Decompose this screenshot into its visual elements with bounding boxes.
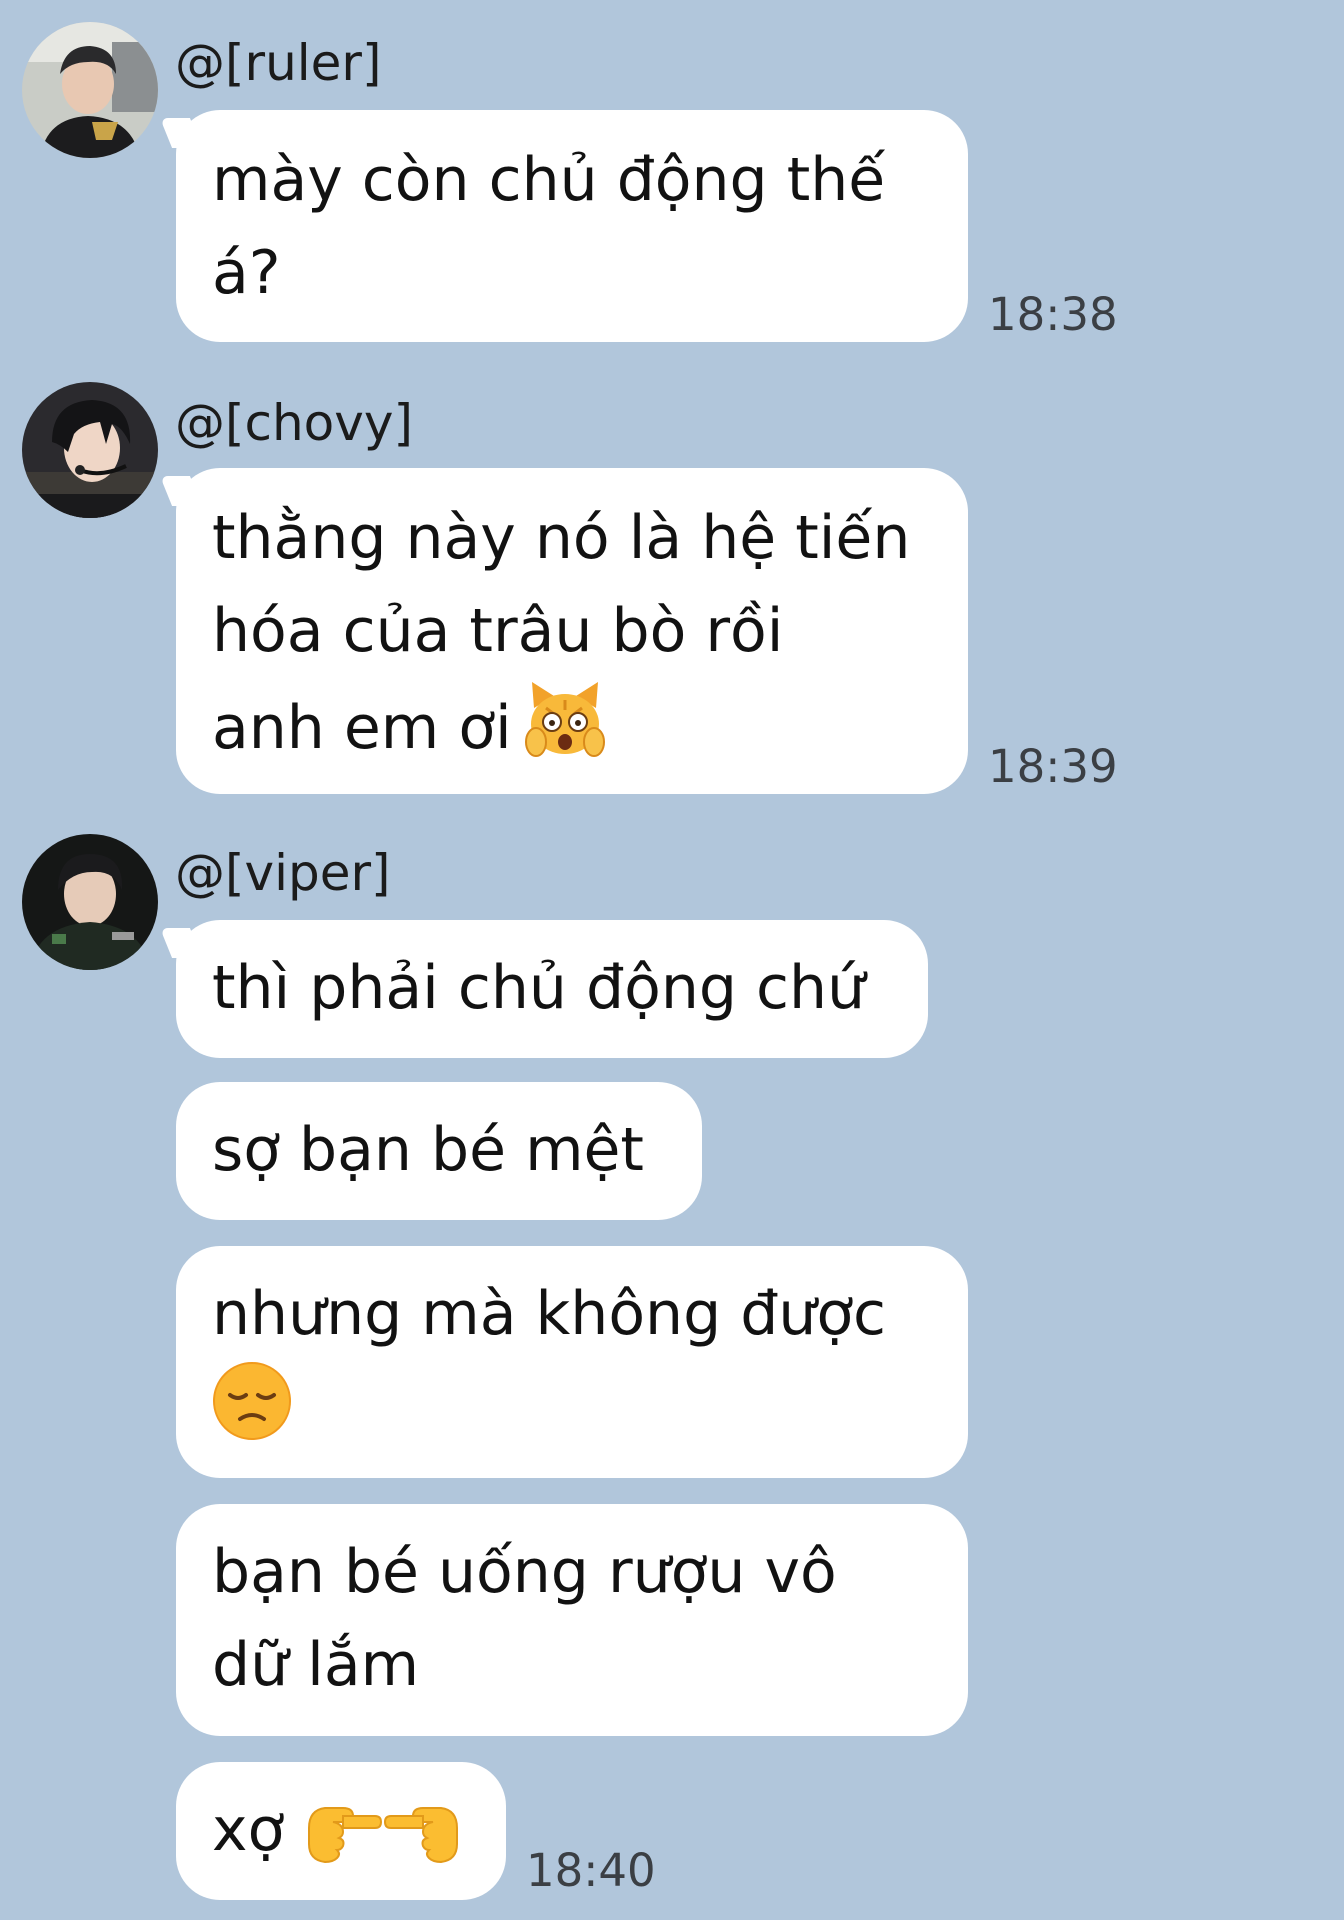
index-pointing-hands-emoji-left [383, 1788, 463, 1868]
message-timestamp: 18:40 [526, 1844, 656, 1897]
message-bubble[interactable]: xợ [176, 1762, 506, 1900]
message-text: sợ bạn bé mệt [212, 1115, 644, 1185]
message-bubble[interactable]: thằng này nó là hệ tiến hóa của trâu bò … [176, 468, 968, 794]
message-text: thằng này nó là hệ tiến [212, 503, 911, 573]
sender-name-chovy: @[chovy] [175, 394, 413, 452]
disappointed-face-emoji [212, 1361, 292, 1441]
message-bubble[interactable]: mày còn chủ động thế á? [176, 110, 968, 342]
message-bubble[interactable]: nhưng mà không được [176, 1246, 968, 1478]
message-text: xợ [212, 1795, 285, 1865]
message-text: á? [212, 238, 281, 308]
message-text: dữ lắm [212, 1630, 420, 1700]
ruler-avatar[interactable] [22, 22, 158, 158]
sender-name-viper: @[viper] [175, 844, 391, 902]
message-line-emoji [212, 1361, 932, 1454]
message-line-with-emoji: anh em ơi [212, 678, 932, 775]
message-text: nhưng mà không được [212, 1279, 887, 1349]
sender-name-ruler: @[ruler] [175, 34, 382, 92]
message-timestamp: 18:39 [988, 740, 1118, 793]
viper-avatar[interactable] [22, 834, 158, 970]
message-bubble[interactable]: bạn bé uống rượu vô dữ lắm [176, 1504, 968, 1736]
message-text: bạn bé uống rượu vô [212, 1537, 837, 1607]
message-text: hóa của trâu bò rồi [212, 596, 784, 666]
message-bubble[interactable]: sợ bạn bé mệt [176, 1082, 702, 1220]
chovy-avatar[interactable] [22, 382, 158, 518]
message-text: thì phải chủ động chứ [212, 953, 866, 1023]
weary-cat-face-emoji [524, 678, 606, 760]
message-line-with-emoji: xợ [212, 1784, 470, 1877]
message-timestamp: 18:38 [988, 288, 1118, 341]
message-text: mày còn chủ động thế [212, 145, 886, 215]
message-bubble[interactable]: thì phải chủ động chứ [176, 920, 928, 1058]
index-pointing-hands-emoji [303, 1788, 383, 1868]
message-text: anh em ơi [212, 693, 512, 763]
